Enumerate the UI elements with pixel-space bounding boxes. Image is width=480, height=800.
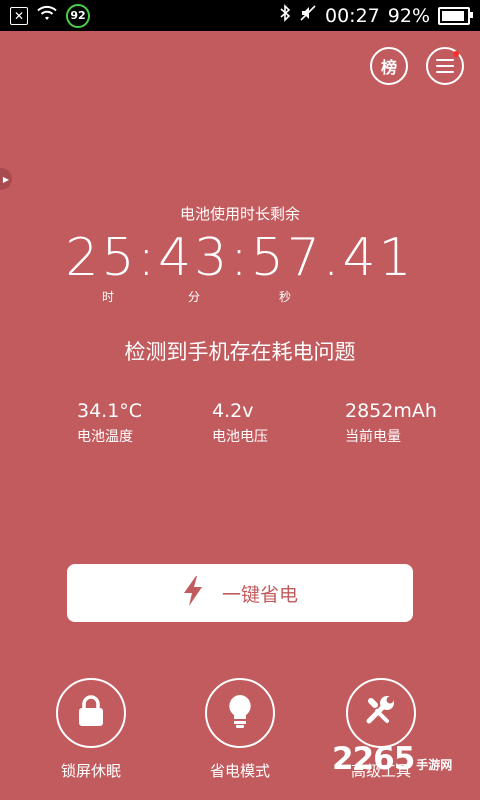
lightbulb-icon <box>227 693 253 733</box>
one-tap-save-label: 一键省电 <box>221 583 298 606</box>
lightbulb-circle <box>205 678 275 748</box>
side-drawer-handle[interactable]: ▶ <box>0 168 12 190</box>
watermark-logo: 2265 手游网 <box>332 744 452 775</box>
menu-button[interactable] <box>426 47 464 85</box>
remaining-time-label: 电池使用时长剩余 <box>179 205 300 223</box>
lock-screen-sleep-button[interactable]: 锁屏休眠 <box>41 678 141 781</box>
wifi-icon <box>36 4 58 27</box>
status-time: 00:27 <box>325 4 380 27</box>
stat-label: 电池电压 <box>212 429 268 445</box>
notification-badge: 92 <box>66 3 90 28</box>
tool-label: 省电模式 <box>209 762 270 780</box>
stat-voltage: 4.2v 电池电压 <box>212 400 268 446</box>
mute-icon <box>299 4 317 27</box>
wrench-icon <box>363 693 399 733</box>
stat-label: 当前电量 <box>345 429 401 445</box>
one-tap-save-button[interactable]: 一键省电 <box>67 564 413 622</box>
status-bar: ✕ 92 00:27 92% <box>0 0 480 31</box>
stat-capacity: 2852mAh 当前电量 <box>345 400 437 446</box>
chevron-right-icon: ▶ <box>2 174 10 184</box>
issue-message: 检测到手机存在耗电问题 <box>124 340 356 364</box>
watermark-text: 手游网 <box>416 757 453 772</box>
rank-button[interactable]: 榜 <box>370 47 408 85</box>
status-bar-left: ✕ 92 <box>10 3 90 28</box>
close-box-icon: ✕ <box>10 6 28 25</box>
unit-minute: 分 <box>188 290 201 304</box>
lock-icon <box>76 694 106 732</box>
unit-second: 秒 <box>279 290 292 304</box>
unit-hour: 时 <box>102 290 115 304</box>
menu-icon <box>436 59 454 73</box>
bluetooth-icon <box>279 4 291 27</box>
status-bar-right: 00:27 92% <box>279 4 473 27</box>
stat-value: 4.2v <box>212 400 254 422</box>
stat-value: 34.1°C <box>77 400 143 422</box>
remaining-time-display: 25:43:57.41 <box>65 228 415 288</box>
battery-percent: 92% <box>387 4 430 27</box>
power-saving-mode-button[interactable]: 省电模式 <box>190 678 290 781</box>
battery-icon <box>438 6 473 25</box>
lightning-icon <box>182 575 204 612</box>
stat-label: 电池温度 <box>77 429 133 445</box>
wrench-circle <box>346 678 416 748</box>
battery-fill <box>442 10 464 21</box>
lock-circle <box>56 678 126 748</box>
stat-temperature: 34.1°C 电池温度 <box>77 400 142 446</box>
notification-dot <box>453 51 459 57</box>
rank-label: 榜 <box>380 58 397 77</box>
tool-label: 锁屏休眠 <box>60 762 121 780</box>
watermark-number: 2265 <box>332 741 415 777</box>
stat-value: 2852mAh <box>345 400 437 422</box>
